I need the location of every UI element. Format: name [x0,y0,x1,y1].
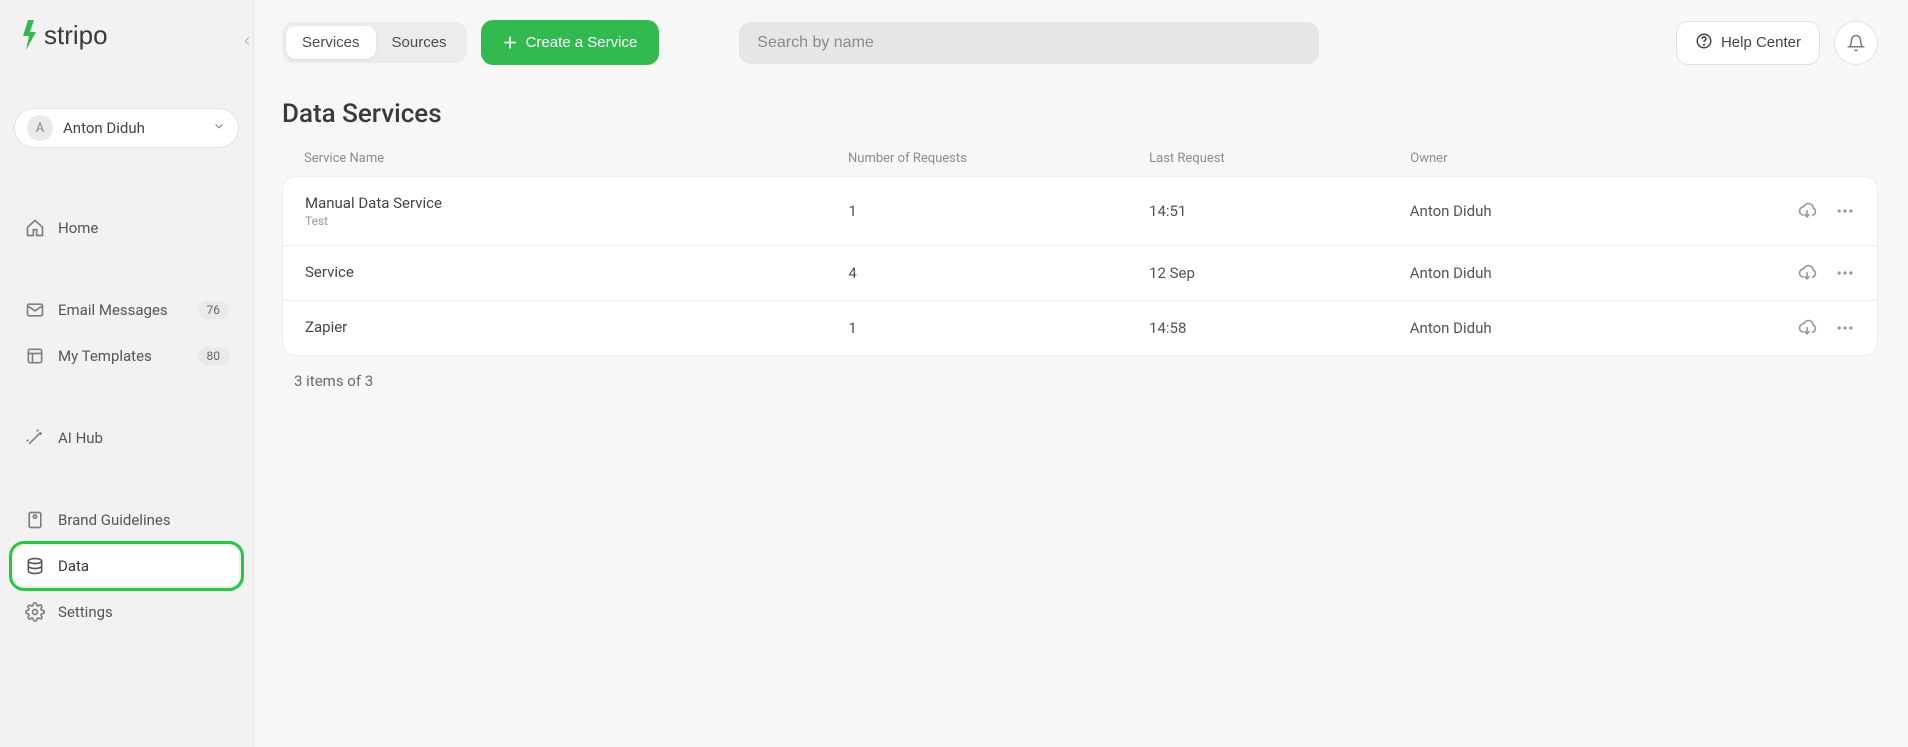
service-name: Manual Data Service [305,194,788,212]
more-icon[interactable] [1835,263,1855,283]
home-icon [24,218,46,238]
nav-group-content: Email Messages 76 My Templates 80 [14,290,239,382]
owner-cell: Anton Diduh [1410,202,1755,220]
chevron-down-icon [212,119,226,137]
sidebar-item-label: AI Hub [58,429,103,447]
mail-icon [24,300,46,320]
plus-icon: ＋ [503,32,518,53]
service-name-cell: Zapier [305,318,788,338]
help-label: Help Center [1721,34,1801,51]
sidebar-collapse-button[interactable] [240,34,254,52]
service-name: Zapier [305,318,788,336]
sidebar-item-data[interactable]: Data [14,546,239,586]
sidebar-item-label: Home [58,219,98,237]
view-toggle: Services Sources [282,22,467,63]
data-services-table: Service Name Number of Requests Last Req… [282,141,1878,390]
workspace-name: Anton Diduh [63,119,212,137]
avatar: A [27,115,53,141]
download-icon[interactable] [1797,201,1817,221]
notifications-button[interactable] [1834,21,1878,65]
table-row[interactable]: Service 4 12 Sep Anton Diduh [283,246,1877,301]
nav-group-tools: AI Hub [14,418,239,464]
topbar: Services Sources ＋ Create a Service Help… [282,20,1878,65]
service-name: Service [305,263,788,281]
row-actions [1755,318,1855,338]
sidebar-item-home[interactable]: Home [14,208,239,248]
magic-wand-icon [24,428,46,448]
count-badge: 80 [198,347,230,365]
sidebar-item-label: My Templates [58,347,152,365]
col-header-last: Last Request [1099,151,1410,166]
more-icon[interactable] [1835,318,1855,338]
sidebar-item-settings[interactable]: Settings [14,592,239,632]
brand-logo[interactable]: stripo [14,18,239,52]
bell-icon [1847,34,1865,52]
palette-icon [24,510,46,530]
table-row[interactable]: Zapier 1 14:58 Anton Diduh [283,301,1877,355]
sidebar-item-label: Settings [58,603,113,621]
service-name-cell: Manual Data Service Test [305,194,788,228]
sidebar-item-email-messages[interactable]: Email Messages 76 [14,290,239,330]
requests-cell: 1 [788,202,1099,220]
sidebar-item-brand-guidelines[interactable]: Brand Guidelines [14,500,239,540]
chevron-left-icon [240,34,254,48]
last-request-cell: 14:58 [1099,319,1410,337]
row-actions [1755,201,1855,221]
table-header-row: Service Name Number of Requests Last Req… [282,141,1878,176]
col-header-owner: Owner [1410,151,1756,166]
workspace-switcher[interactable]: A Anton Diduh [14,108,239,148]
more-icon[interactable] [1835,201,1855,221]
requests-cell: 1 [788,319,1099,337]
create-service-button[interactable]: ＋ Create a Service [481,20,660,65]
tab-services[interactable]: Services [286,26,376,59]
templates-icon [24,346,46,366]
last-request-cell: 12 Sep [1099,264,1410,282]
create-button-label: Create a Service [526,34,638,51]
sidebar-item-my-templates[interactable]: My Templates 80 [14,336,239,376]
tab-sources[interactable]: Sources [376,26,463,59]
col-header-name: Service Name [304,151,788,166]
stripo-logo-icon: stripo [20,18,140,52]
search-input[interactable] [739,22,1319,64]
sidebar: stripo A Anton Diduh Home Email Messages… [0,0,254,747]
owner-cell: Anton Diduh [1410,319,1755,337]
owner-cell: Anton Diduh [1410,264,1755,282]
row-actions [1755,263,1855,283]
requests-cell: 4 [788,264,1099,282]
sidebar-item-label: Brand Guidelines [58,511,171,529]
table-body: Manual Data Service Test 1 14:51 Anton D… [282,176,1878,356]
col-header-requests: Number of Requests [788,151,1099,166]
main-content: Services Sources ＋ Create a Service Help… [254,0,1908,747]
database-icon [24,556,46,576]
page-title: Data Services [282,99,1878,129]
count-badge: 76 [198,301,230,319]
service-name-cell: Service [305,263,788,283]
sidebar-item-label: Data [58,557,89,575]
sidebar-item-label: Email Messages [58,301,168,319]
download-icon[interactable] [1797,263,1817,283]
service-subtitle: Test [305,214,788,228]
download-icon[interactable] [1797,318,1817,338]
last-request-cell: 14:51 [1099,202,1410,220]
nav-group-main: Home [14,208,239,254]
brand-text: stripo [44,20,108,50]
app-root: stripo A Anton Diduh Home Email Messages… [0,0,1908,747]
sidebar-item-ai-hub[interactable]: AI Hub [14,418,239,458]
table-footer: 3 items of 3 [282,356,1878,390]
help-icon [1695,32,1713,54]
gear-icon [24,602,46,622]
nav-group-settings: Brand Guidelines Data Settings [14,500,239,638]
table-row[interactable]: Manual Data Service Test 1 14:51 Anton D… [283,177,1877,246]
help-center-button[interactable]: Help Center [1676,21,1820,65]
